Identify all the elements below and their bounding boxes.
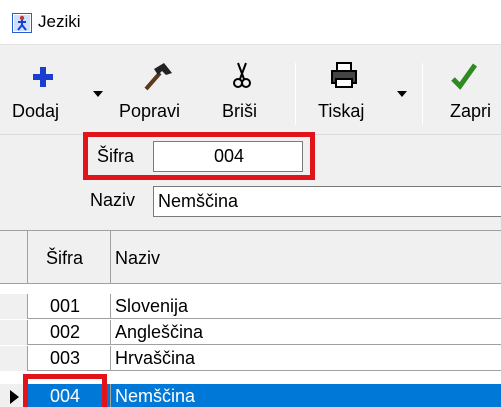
add-button[interactable]: Dodaj bbox=[8, 61, 78, 125]
app-icon bbox=[12, 13, 32, 33]
print-button-label: Tiskaj bbox=[318, 101, 365, 121]
close-button-label: Zapri bbox=[450, 101, 492, 121]
table-row[interactable]: 002 Angleščina bbox=[0, 320, 501, 345]
cell-code: 002 bbox=[28, 320, 111, 345]
plus-icon bbox=[33, 67, 53, 87]
row-indicator bbox=[0, 294, 28, 319]
add-dropdown-chevron-icon[interactable] bbox=[93, 91, 103, 97]
name-field[interactable]: Nemščina bbox=[153, 186, 501, 217]
delete-button-label: Briši bbox=[222, 101, 257, 121]
cell-name: Angleščina bbox=[115, 322, 204, 342]
window-title: Jeziki bbox=[38, 12, 81, 31]
row-indicator-header bbox=[0, 231, 28, 284]
selected-code-highlight-box bbox=[23, 374, 107, 407]
row-indicator bbox=[0, 320, 28, 345]
current-row-pointer-icon bbox=[10, 390, 19, 404]
languages-table: Šifra Naziv 001 Slovenija 002 Angleščina… bbox=[0, 230, 501, 407]
edit-button-label: Popravi bbox=[119, 101, 181, 121]
toolbar-separator bbox=[295, 63, 296, 125]
title-bar: Jeziki bbox=[0, 0, 501, 44]
cell-name: Hrvaščina bbox=[115, 348, 196, 368]
name-label: Naziv bbox=[90, 190, 136, 210]
add-button-label: Dodaj bbox=[12, 101, 60, 121]
column-header-name[interactable]: Naziv bbox=[111, 231, 501, 284]
cell-name: Nemščina bbox=[111, 384, 501, 407]
close-button[interactable]: Zapri bbox=[446, 61, 501, 125]
cell-code: 001 bbox=[28, 294, 111, 319]
delete-button[interactable]: Briši bbox=[218, 61, 268, 125]
edit-button[interactable]: Popravi bbox=[116, 61, 206, 125]
row-indicator bbox=[0, 346, 28, 371]
column-header-code[interactable]: Šifra bbox=[28, 231, 111, 284]
name-field-value: Nemščina bbox=[158, 191, 239, 211]
cell-code: 003 bbox=[28, 346, 111, 371]
scissors-icon bbox=[233, 62, 251, 88]
checkmark-icon bbox=[451, 63, 478, 90]
cell-name: Slovenija bbox=[115, 296, 189, 316]
code-highlight-box bbox=[83, 132, 315, 180]
hammer-icon bbox=[144, 63, 172, 91]
print-dropdown-chevron-icon[interactable] bbox=[397, 91, 407, 97]
table-row[interactable]: 003 Hrvaščina bbox=[0, 346, 501, 371]
toolbar: Dodaj Popravi Briši Tiskaj Zapri bbox=[0, 44, 501, 134]
edit-form: Šifra 004 Naziv Nemščina bbox=[0, 132, 501, 230]
table-row[interactable]: 001 Slovenija bbox=[0, 294, 501, 319]
toolbar-separator bbox=[422, 63, 423, 125]
print-button[interactable]: Tiskaj bbox=[314, 61, 374, 125]
printer-icon bbox=[331, 62, 357, 88]
